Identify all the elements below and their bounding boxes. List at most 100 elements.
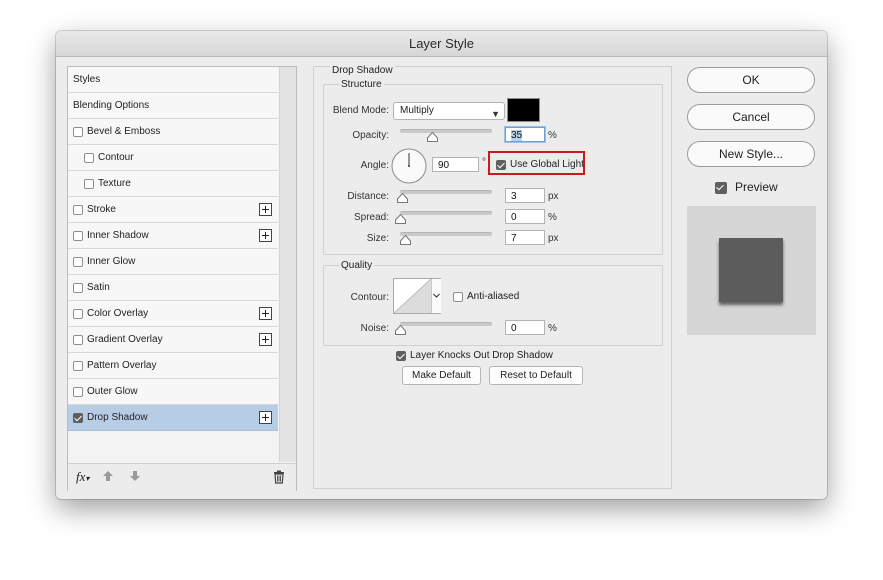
add-effect-plus-icon[interactable] xyxy=(259,229,272,242)
style-list-footer: fx▾ xyxy=(68,463,296,491)
size-input[interactable]: 7 xyxy=(505,230,545,245)
style-checkbox[interactable] xyxy=(73,205,83,215)
angle-unit: ° xyxy=(482,157,486,168)
blend-mode-label: Blend Mode: xyxy=(332,105,389,116)
contour-chevron-down-icon[interactable] xyxy=(431,279,441,313)
style-list-item-label: Styles xyxy=(73,74,101,85)
spread-slider-thumb[interactable] xyxy=(395,213,406,224)
move-down-icon[interactable] xyxy=(129,469,141,486)
window-title: Layer Style xyxy=(56,31,827,57)
add-effect-plus-icon[interactable] xyxy=(259,333,272,346)
style-checkbox[interactable] xyxy=(73,361,83,371)
noise-label: Noise: xyxy=(360,323,389,334)
cancel-button[interactable]: Cancel xyxy=(687,104,815,130)
contour-picker[interactable] xyxy=(393,278,441,314)
opacity-value: 35 xyxy=(511,130,523,141)
style-checkbox[interactable] xyxy=(84,153,94,163)
add-effect-plus-icon[interactable] xyxy=(259,307,272,320)
style-list-item-label: Inner Glow xyxy=(87,256,136,267)
angle-dial[interactable] xyxy=(391,148,427,184)
style-checkbox[interactable] xyxy=(73,413,83,423)
style-checkbox[interactable] xyxy=(73,309,83,319)
shadow-color-swatch[interactable] xyxy=(507,98,540,122)
add-effect-plus-icon[interactable] xyxy=(259,411,272,424)
blend-mode-value: Multiply xyxy=(400,105,434,116)
size-value: 7 xyxy=(511,233,517,244)
style-list-item-satin[interactable]: Satin xyxy=(68,275,278,301)
style-list-item-styles[interactable]: Styles xyxy=(68,67,278,93)
preview-square xyxy=(719,238,783,302)
layer-knocks-out-label: Layer Knocks Out Drop Shadow xyxy=(410,350,553,361)
style-list-item-label: Outer Glow xyxy=(87,386,138,397)
preview-checkbox[interactable] xyxy=(715,182,727,194)
angle-input[interactable]: 90 xyxy=(432,157,479,172)
style-list-item-inner-glow[interactable]: Inner Glow xyxy=(68,249,278,275)
make-default-button[interactable]: Make Default xyxy=(402,366,481,385)
style-checkbox[interactable] xyxy=(73,335,83,345)
size-slider-thumb[interactable] xyxy=(399,234,411,245)
style-list-item-blending-options[interactable]: Blending Options xyxy=(68,93,278,119)
size-label: Size: xyxy=(366,233,389,244)
style-list-item-inner-shadow[interactable]: Inner Shadow xyxy=(68,223,278,249)
spread-slider-track[interactable] xyxy=(400,211,492,215)
noise-input[interactable]: 0 xyxy=(505,320,545,335)
new-style-button[interactable]: New Style... xyxy=(687,141,815,167)
opacity-unit: % xyxy=(548,130,557,141)
style-list-item-stroke[interactable]: Stroke xyxy=(68,197,278,223)
style-list-item-drop-shadow[interactable]: Drop Shadow xyxy=(68,405,278,431)
opacity-slider-thumb[interactable] xyxy=(427,131,439,142)
style-list-item-label: Blending Options xyxy=(73,100,150,111)
trash-icon[interactable] xyxy=(273,470,285,487)
fx-label: fx xyxy=(76,469,86,484)
style-list-item-contour[interactable]: Contour xyxy=(68,145,278,171)
style-list-item-label: Pattern Overlay xyxy=(87,360,157,371)
layer-knocks-out-checkbox[interactable] xyxy=(396,351,406,361)
distance-value: 3 xyxy=(511,191,517,202)
size-slider-track[interactable] xyxy=(400,232,492,236)
anti-aliased-label: Anti-aliased xyxy=(467,291,520,302)
style-list-item-texture[interactable]: Texture xyxy=(68,171,278,197)
style-list-item-outer-glow[interactable]: Outer Glow xyxy=(68,379,278,405)
style-list-scrollbar[interactable] xyxy=(279,67,296,462)
distance-slider-track[interactable] xyxy=(400,190,492,194)
style-checkbox[interactable] xyxy=(73,257,83,267)
style-list-item-label: Color Overlay xyxy=(87,308,149,319)
style-list-item-bevel-emboss[interactable]: Bevel & Emboss xyxy=(68,119,278,145)
spread-value: 0 xyxy=(511,212,517,223)
distance-unit: px xyxy=(548,191,559,202)
spread-unit: % xyxy=(548,212,557,223)
distance-input[interactable]: 3 xyxy=(505,188,545,203)
contour-label: Contour: xyxy=(350,292,389,303)
style-list-item-label: Drop Shadow xyxy=(87,412,148,423)
style-checkbox[interactable] xyxy=(73,127,83,137)
style-checkbox[interactable] xyxy=(73,387,83,397)
drop-shadow-panel: Drop Shadow Structure Blend Mode: Multip… xyxy=(313,65,672,489)
style-checkbox[interactable] xyxy=(73,283,83,293)
size-unit: px xyxy=(548,233,559,244)
quality-group: Quality Contour: Anti-aliased Noise: 0 % xyxy=(323,260,663,346)
blend-mode-select[interactable]: Multiply ▼ xyxy=(393,102,505,120)
angle-value: 90 xyxy=(438,160,450,171)
style-checkbox[interactable] xyxy=(84,179,94,189)
move-up-icon[interactable] xyxy=(102,469,114,486)
opacity-slider-track[interactable] xyxy=(400,129,492,133)
distance-slider-thumb[interactable] xyxy=(396,192,408,203)
noise-slider-thumb[interactable] xyxy=(395,324,406,335)
style-list-item-label: Inner Shadow xyxy=(87,230,149,241)
anti-aliased-checkbox[interactable] xyxy=(453,292,463,302)
noise-slider-track[interactable] xyxy=(400,322,492,326)
spread-label: Spread: xyxy=(353,212,389,223)
spread-input[interactable]: 0 xyxy=(505,209,545,224)
preview-label: Preview xyxy=(735,180,778,194)
reset-to-default-button[interactable]: Reset to Default xyxy=(489,366,583,385)
fx-menu-button[interactable]: fx▾ xyxy=(76,469,89,485)
style-list-item-color-overlay[interactable]: Color Overlay xyxy=(68,301,278,327)
style-list: Styles Blending Options Bevel & Emboss Cont… xyxy=(67,66,297,491)
style-list-item-gradient-overlay[interactable]: Gradient Overlay xyxy=(68,327,278,353)
add-effect-plus-icon[interactable] xyxy=(259,203,272,216)
style-list-item-pattern-overlay[interactable]: Pattern Overlay xyxy=(68,353,278,379)
style-checkbox[interactable] xyxy=(73,231,83,241)
opacity-input[interactable]: 35 xyxy=(505,127,545,142)
ok-button[interactable]: OK xyxy=(687,67,815,93)
structure-title: Structure xyxy=(339,79,384,90)
